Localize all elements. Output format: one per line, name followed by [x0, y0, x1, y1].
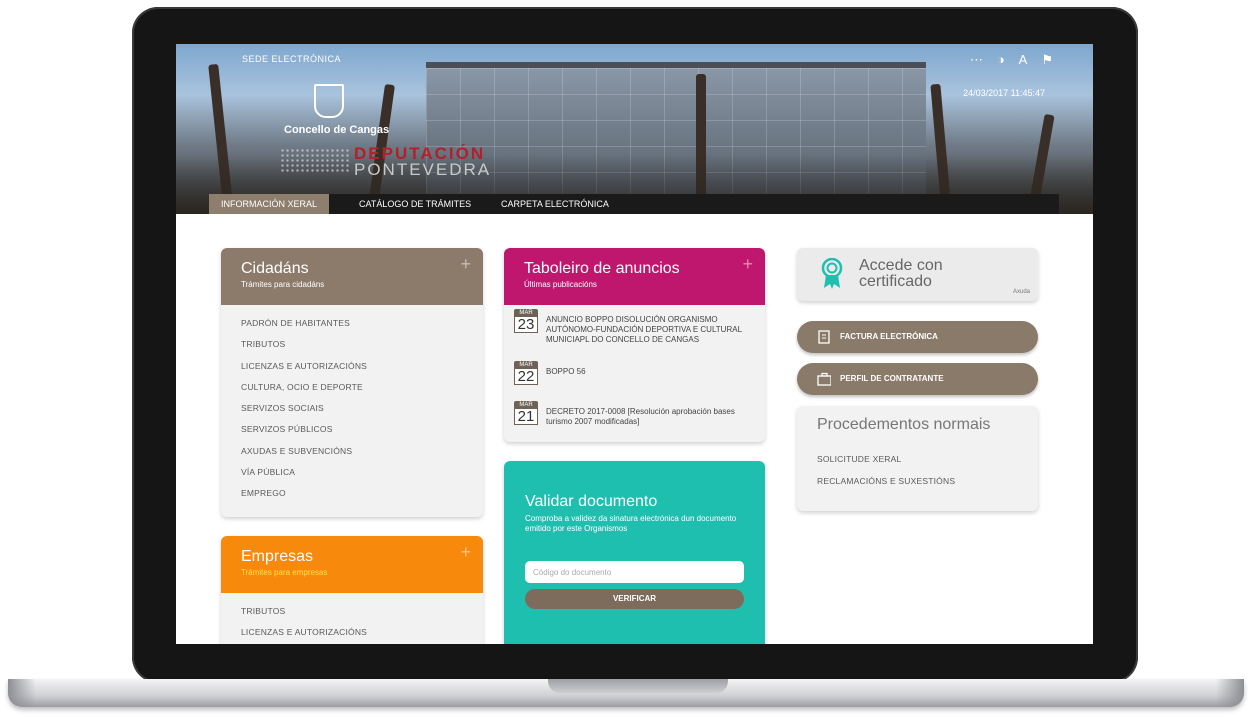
taboleiro-subtitle: Últimas publicacións — [524, 280, 597, 289]
plus-icon[interactable]: + — [460, 542, 471, 563]
calendar-icon: MAR 23 — [514, 309, 538, 357]
list-item[interactable]: TRIBUTOS — [241, 334, 463, 355]
plus-icon[interactable]: + — [742, 254, 753, 275]
calendar-icon: MAR 21 — [514, 401, 538, 427]
browser-screen: SEDE ELECTRÓNICA Concello de Cangas DEPU… — [176, 44, 1093, 644]
sede-label: SEDE ELECTRÓNICA — [242, 54, 342, 64]
deputacion-logo-icon — [280, 148, 350, 172]
list-item[interactable]: SERVIZOS PÚBLICOS — [241, 419, 463, 440]
list-item[interactable]: SERVIZOS SOCIAIS — [241, 398, 463, 419]
header-banner: SEDE ELECTRÓNICA Concello de Cangas DEPU… — [176, 44, 1093, 214]
empresas-subtitle: Trámites para empresas — [241, 568, 328, 577]
taboleiro-card: Taboleiro de anuncios Últimas publicació… — [504, 248, 765, 442]
list-item[interactable]: AXUDAS E SUBVENCIÓNS — [241, 441, 463, 462]
accessibility-toolbar: ⋯ ◑ A ⚑ — [970, 52, 1053, 68]
empresas-header[interactable]: Empresas Trámites para empresas + — [221, 536, 483, 593]
cidadans-list: PADRÓN DE HABITANTES TRIBUTOS LICENZAS E… — [221, 305, 483, 505]
taboleiro-header[interactable]: Taboleiro de anuncios Últimas publicació… — [504, 248, 765, 305]
cidadans-header[interactable]: Cidadáns Trámites para cidadáns + — [221, 248, 483, 305]
list-item[interactable]: EMPREGO — [241, 483, 463, 504]
factura-electronica-button[interactable]: FACTURA ELECTRÓNICA — [797, 321, 1038, 353]
list-item[interactable]: RECLAMACIÓNS E SUXESTIÓNS — [817, 470, 1018, 492]
announcement-text[interactable]: BOPPO 56 — [546, 361, 586, 397]
announcement-text[interactable]: DECRETO 2017-0008 [Resolución aprobación… — [546, 401, 755, 427]
empresas-title: Empresas — [241, 548, 314, 565]
validar-subtitle: Comproba a validez da sinatura electróni… — [525, 514, 737, 533]
concello-crest-icon — [314, 84, 344, 118]
list-item[interactable]: PADRÓN DE HABITANTES — [241, 313, 463, 334]
list-item[interactable]: VÍA PÚBLICA — [241, 462, 463, 483]
announcement-text[interactable]: ANUNCIO BOPPO DISOLUCIÓN ORGANISMO AUTÓN… — [546, 309, 755, 357]
procedementos-title: Procedementos normais — [817, 416, 991, 433]
procedementos-card: Procedementos normais SOLICITUDE XERAL R… — [797, 406, 1038, 511]
validar-title: Validar documento — [525, 493, 658, 510]
announcement-day: 23 — [514, 317, 538, 333]
cidadans-subtitle: Trámites para cidadáns — [241, 280, 325, 289]
certificate-ribbon-icon — [821, 258, 843, 289]
perfil-label: PERFIL DE CONTRATANTE — [840, 374, 944, 383]
cidadans-title: Cidadáns — [241, 260, 309, 277]
sitemap-icon[interactable]: ⋯ — [970, 52, 983, 68]
tab-informacion-xeral[interactable]: INFORMACIÓN XERAL — [209, 194, 329, 214]
list-item[interactable]: LICENZAS E AUTORIZACIÓNS — [241, 356, 463, 377]
concello-name[interactable]: Concello de Cangas — [284, 124, 389, 136]
cidadans-card: Cidadáns Trámites para cidadáns + PADRÓN… — [221, 248, 483, 517]
validar-card: Validar documento Comproba a validez da … — [504, 461, 765, 644]
document-code-input[interactable] — [525, 561, 744, 583]
verificar-button[interactable]: VERIFICAR — [525, 589, 744, 609]
contrast-icon[interactable]: ◑ — [997, 52, 1005, 68]
announcement-day: 21 — [514, 409, 538, 425]
briefcase-icon — [817, 372, 831, 386]
empresas-list: TRIBUTOS LICENZAS E AUTORIZACIÓNS — [221, 593, 483, 644]
calendar-icon: MAR 22 — [514, 361, 538, 397]
announcement-day: 22 — [514, 369, 538, 385]
certificado-title: Accede con certificado — [859, 257, 943, 290]
main-nav: INFORMACIÓN XERAL CATÁLOGO DE TRÁMITES C… — [209, 194, 1059, 214]
datetime: 24/03/2017 11:45:47 — [963, 88, 1045, 98]
announcement-item[interactable]: MAR 22 BOPPO 56 — [504, 357, 765, 397]
plus-icon[interactable]: + — [460, 254, 471, 275]
list-item[interactable]: LICENZAS E AUTORIZACIÓNS — [241, 622, 463, 643]
procedementos-list: SOLICITUDE XERAL RECLAMACIÓNS E SUXESTIÓ… — [797, 434, 1038, 492]
empresas-card: Empresas Trámites para empresas + TRIBUT… — [221, 536, 483, 644]
laptop-notch — [548, 679, 728, 693]
document-icon — [818, 330, 830, 344]
perfil-contratante-button[interactable]: PERFIL DE CONTRATANTE — [797, 363, 1038, 395]
axuda-link[interactable]: Axuda — [1013, 289, 1030, 295]
tab-catalogo-tramites[interactable]: CATÁLOGO DE TRÁMITES — [349, 194, 481, 214]
taboleiro-title: Taboleiro de anuncios — [524, 260, 680, 277]
laptop-base — [8, 679, 1244, 707]
flag-icon[interactable]: ⚑ — [1041, 52, 1053, 68]
announcement-item[interactable]: MAR 21 DECRETO 2017-0008 [Resolución apr… — [504, 397, 765, 427]
factura-label: FACTURA ELECTRÓNICA — [840, 332, 938, 341]
announcement-item[interactable]: MAR 23 ANUNCIO BOPPO DISOLUCIÓN ORGANISM… — [504, 305, 765, 357]
pontevedra-label: PONTEVEDRA — [354, 160, 492, 179]
tab-carpeta-electronica[interactable]: CARPETA ELECTRÓNICA — [491, 194, 619, 214]
font-size-icon[interactable]: A — [1019, 52, 1028, 68]
list-item[interactable]: CULTURA, OCIO E DEPORTE — [241, 377, 463, 398]
certificado-card[interactable]: Accede con certificado Axuda — [797, 248, 1038, 301]
list-item[interactable]: TRIBUTOS — [241, 601, 463, 622]
list-item[interactable]: SOLICITUDE XERAL — [817, 448, 1018, 470]
